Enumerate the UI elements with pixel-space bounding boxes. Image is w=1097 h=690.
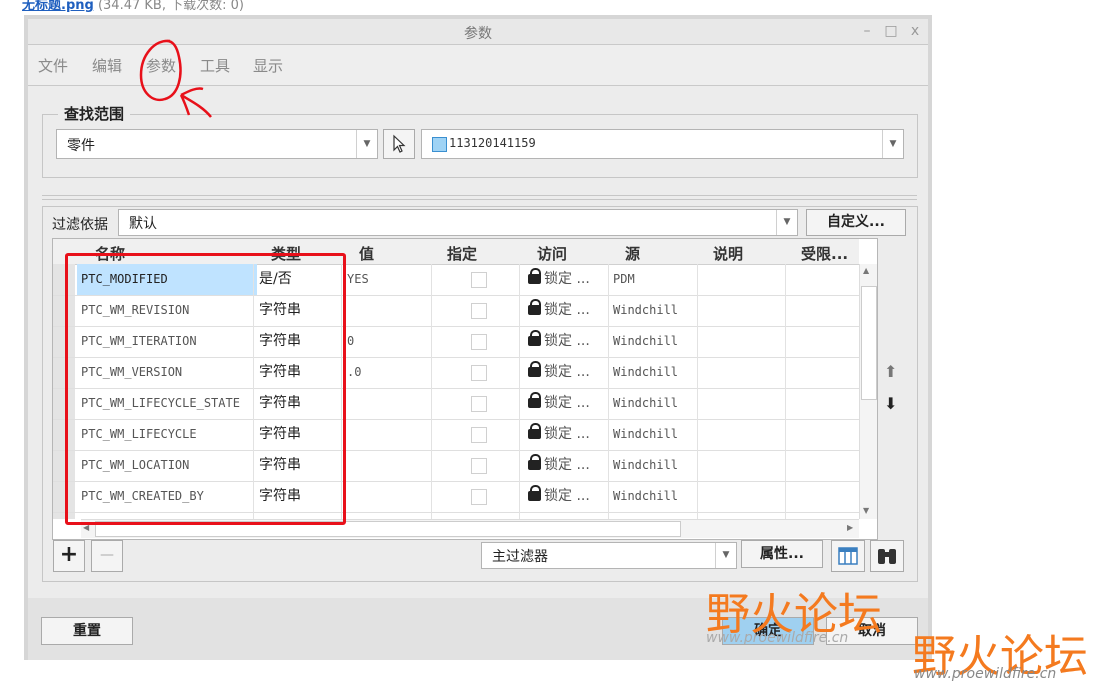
attachment-caption: 无标题.png (34.47 KB, 下载次数: 0) <box>22 0 244 13</box>
annotation-circle-mark <box>139 39 212 118</box>
model-select[interactable]: 113120141159 ▼ <box>421 129 904 159</box>
attachment-meta: (34.47 KB, 下载次数: 0) <box>97 0 244 13</box>
filter-label: 过滤依据 <box>52 217 108 233</box>
cell-value[interactable]: 0 <box>347 326 427 357</box>
cell-source: Windchill <box>613 396 679 410</box>
designate-checkbox[interactable] <box>471 272 487 288</box>
column-source[interactable]: 源 <box>625 243 640 264</box>
dropdown-arrow-icon: ▼ <box>356 130 377 158</box>
cell-source: Windchill <box>613 365 679 379</box>
cell-source: Windchill <box>613 458 679 472</box>
menu-display[interactable]: 显示 <box>253 55 283 76</box>
scroll-down-icon[interactable]: ▼ <box>863 506 869 515</box>
divider <box>42 199 917 200</box>
menu-file[interactable]: 文件 <box>38 55 68 76</box>
dropdown-arrow-icon: ▼ <box>715 543 736 568</box>
column-divider <box>785 264 786 519</box>
binoculars-icon <box>878 549 896 564</box>
scroll-right-icon[interactable]: ▶ <box>847 523 853 532</box>
cell-access[interactable]: 锁定 ... <box>544 357 606 388</box>
attachment-link[interactable]: 无标题.png <box>22 0 94 13</box>
designate-checkbox[interactable] <box>471 396 487 412</box>
main-filter-select[interactable]: 主过滤器 ▼ <box>481 542 737 569</box>
divider <box>42 195 917 196</box>
menu-edit[interactable]: 编辑 <box>92 55 122 76</box>
cell-value[interactable]: YES <box>347 264 427 295</box>
lock-icon <box>528 268 541 284</box>
main-filter-value: 主过滤器 <box>492 549 548 565</box>
scroll-up-icon[interactable]: ▲ <box>863 266 869 275</box>
column-divider <box>697 264 698 519</box>
designate-checkbox[interactable] <box>471 427 487 443</box>
cell-access[interactable]: 锁定 ... <box>544 419 606 450</box>
lock-icon <box>528 299 541 315</box>
table-columns-icon <box>838 547 858 565</box>
move-down-icon[interactable]: ⬇ <box>884 394 897 413</box>
watermark-url: www.proewildfire.cn <box>914 666 1057 682</box>
cell-access[interactable]: 锁定 ... <box>544 264 606 295</box>
lock-icon <box>528 361 541 377</box>
vertical-scrollbar[interactable]: ▲ ▼ <box>859 264 877 519</box>
cell-source: PDM <box>613 272 635 286</box>
select-model-button[interactable] <box>383 129 415 159</box>
lock-icon <box>528 454 541 470</box>
cell-source: Windchill <box>613 334 679 348</box>
reset-button[interactable]: 重置 <box>41 617 133 645</box>
part-cube-icon <box>432 137 447 152</box>
watermark-url: www.proewildfire.cn <box>706 630 849 646</box>
designate-checkbox[interactable] <box>471 365 487 381</box>
dropdown-arrow-icon: ▼ <box>882 130 903 158</box>
minimize-button[interactable]: – <box>858 22 876 40</box>
designate-checkbox[interactable] <box>471 458 487 474</box>
maximize-button[interactable]: □ <box>882 22 900 40</box>
cell-value[interactable] <box>347 295 427 326</box>
designate-checkbox[interactable] <box>471 303 487 319</box>
cell-access[interactable]: 锁定 ... <box>544 450 606 481</box>
cell-value[interactable] <box>347 388 427 419</box>
dropdown-arrow-icon: ▼ <box>776 210 797 235</box>
columns-button[interactable] <box>831 540 865 572</box>
column-divider <box>608 264 609 519</box>
find-button[interactable] <box>870 540 904 572</box>
cell-access[interactable]: 锁定 ... <box>544 326 606 357</box>
remove-parameter-button[interactable]: — <box>91 540 123 572</box>
column-access[interactable]: 访问 <box>537 243 567 264</box>
lock-icon <box>528 392 541 408</box>
designate-checkbox[interactable] <box>471 489 487 505</box>
filter-value: 默认 <box>129 216 157 232</box>
add-parameter-button[interactable]: + <box>53 540 85 572</box>
properties-button[interactable]: 属性... <box>741 540 823 568</box>
column-divider <box>431 264 432 519</box>
column-divider <box>519 264 520 519</box>
lock-icon <box>528 423 541 439</box>
cell-source: Windchill <box>613 303 679 317</box>
lock-icon <box>528 330 541 346</box>
customize-button[interactable]: 自定义... <box>806 209 906 236</box>
column-restricted[interactable]: 受限... <box>801 243 848 264</box>
cell-value[interactable]: .0 <box>347 357 427 388</box>
cell-access[interactable]: 锁定 ... <box>544 295 606 326</box>
cell-source: Windchill <box>613 427 679 441</box>
cursor-arrow-icon <box>393 134 406 153</box>
cell-source: Windchill <box>613 489 679 503</box>
move-up-icon[interactable]: ⬆ <box>884 362 897 381</box>
cell-access[interactable]: 锁定 ... <box>544 388 606 419</box>
cell-value[interactable] <box>347 481 427 512</box>
cell-value[interactable] <box>347 419 427 450</box>
model-value: 113120141159 <box>449 136 536 150</box>
scope-type-value: 零件 <box>67 138 95 154</box>
find-scope-title: 查找范围 <box>58 103 131 124</box>
vertical-scroll-thumb[interactable] <box>861 286 877 400</box>
cell-value[interactable] <box>347 450 427 481</box>
close-button[interactable]: x <box>906 22 924 40</box>
filter-select[interactable]: 默认 ▼ <box>118 209 798 236</box>
lock-icon <box>528 485 541 501</box>
column-value[interactable]: 值 <box>359 243 374 264</box>
designate-checkbox[interactable] <box>471 334 487 350</box>
annotation-highlight-box <box>65 253 346 525</box>
column-designate[interactable]: 指定 <box>447 243 477 264</box>
scope-type-select[interactable]: 零件 ▼ <box>56 129 378 159</box>
cell-access[interactable]: 锁定 ... <box>544 481 606 512</box>
column-description[interactable]: 说明 <box>713 243 743 264</box>
